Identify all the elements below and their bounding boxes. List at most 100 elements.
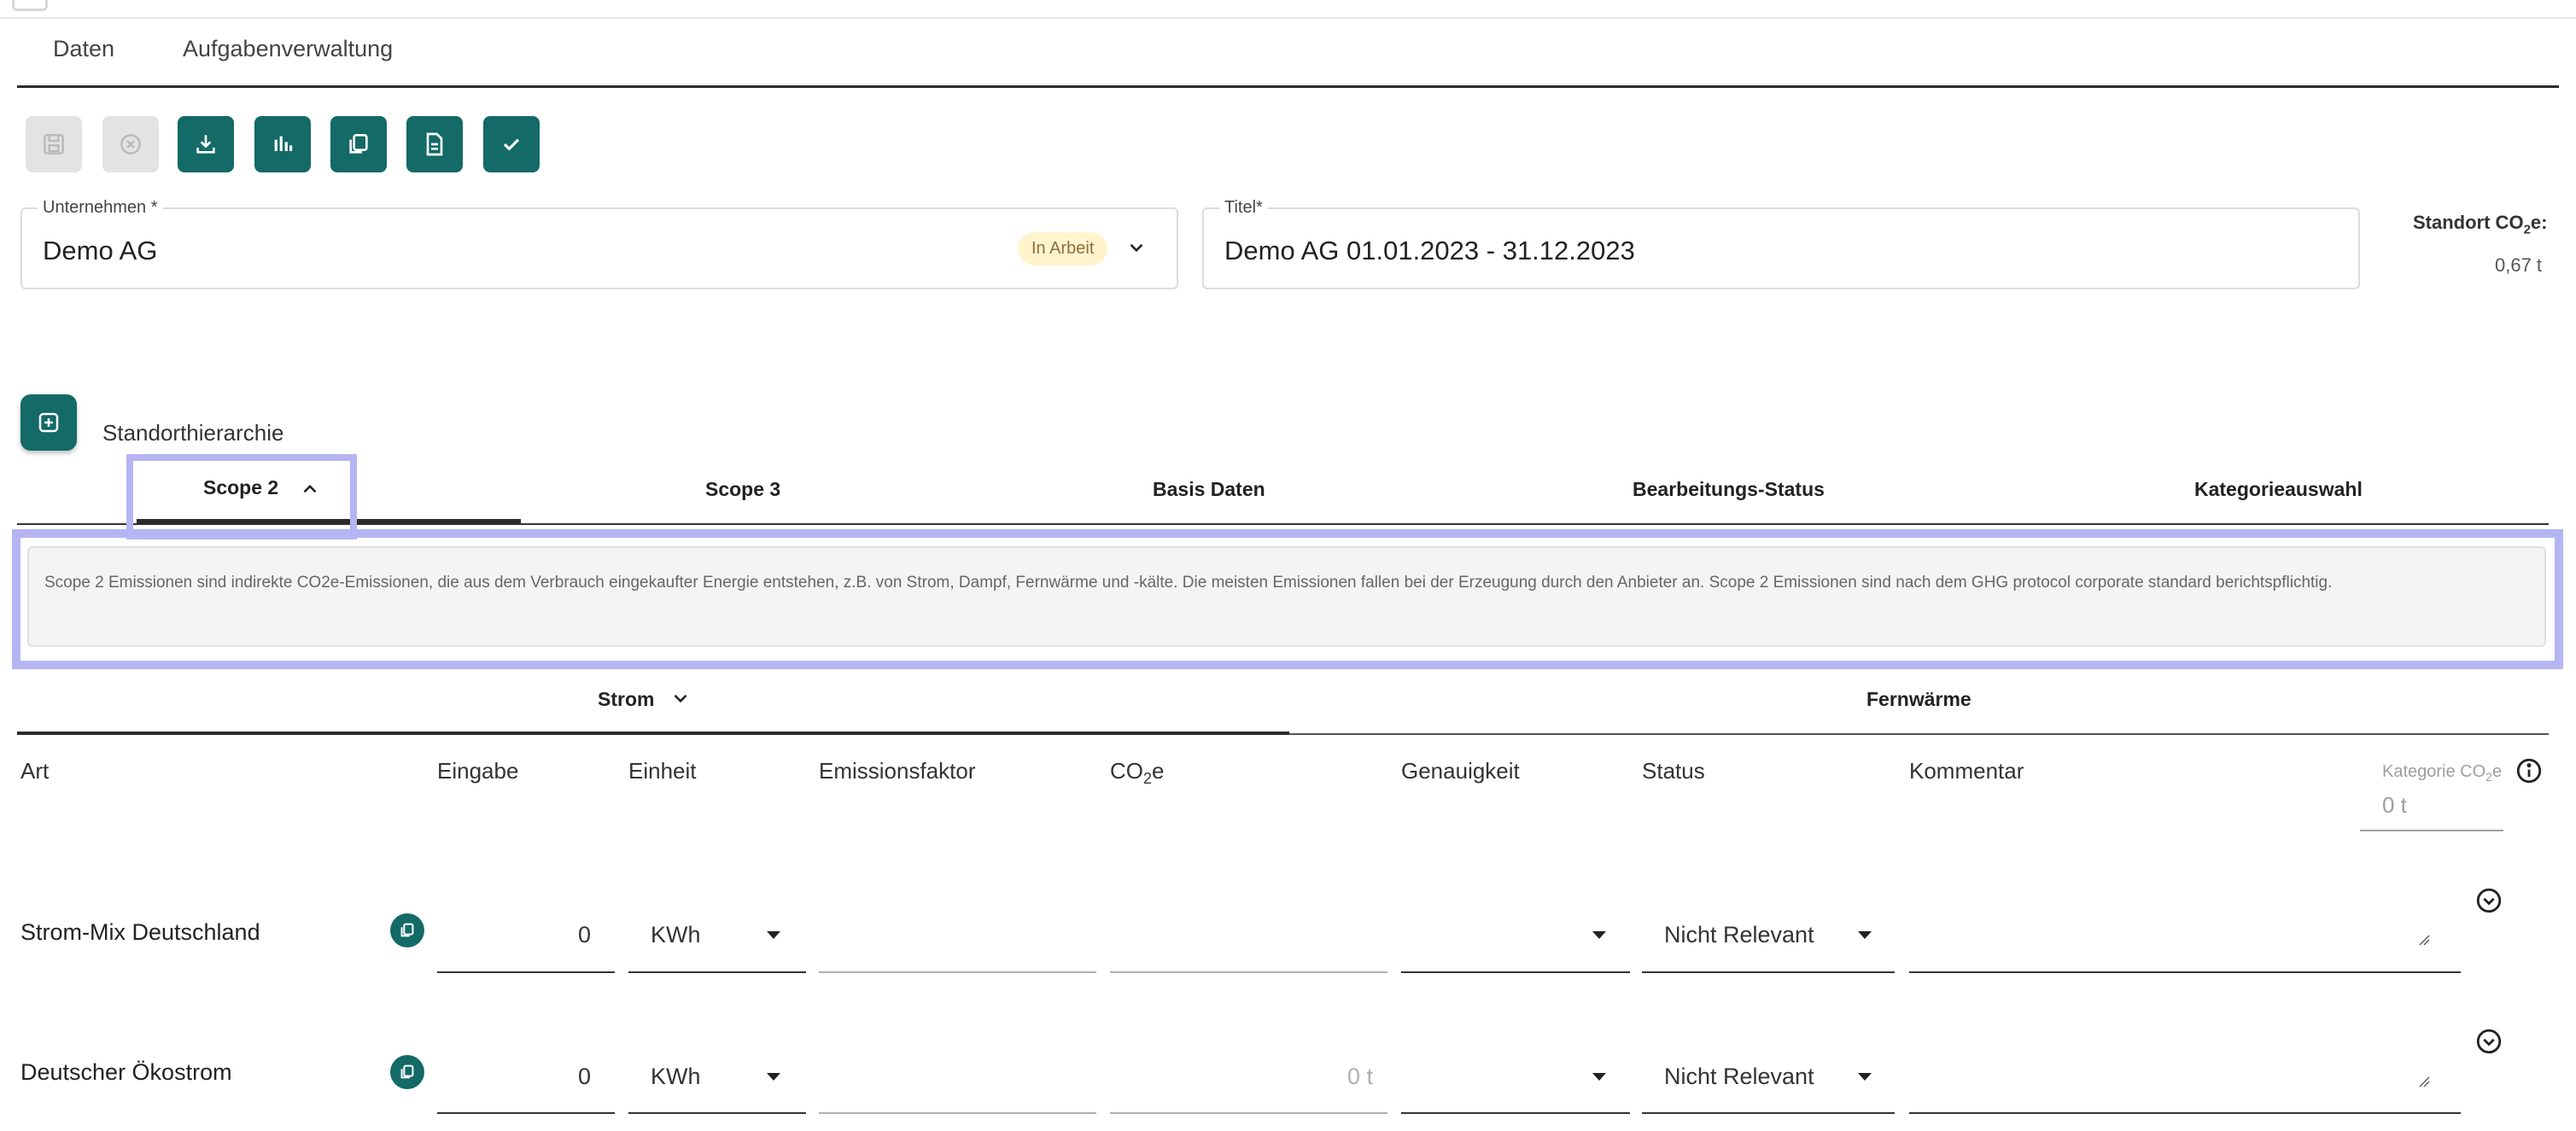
chevron-down-icon[interactable] (1125, 236, 1148, 259)
save-icon (44, 134, 64, 154)
site-co2-value: 0,67 t (2495, 254, 2543, 276)
header-co2e-text: CO (1110, 758, 1143, 784)
tab-bearbeitungs-status[interactable]: Bearbeitungs-Status (1633, 478, 1825, 501)
eingabe-underline (437, 1112, 615, 1114)
top-divider (0, 17, 2576, 19)
header-co2e-suffix: e (1152, 758, 1165, 784)
eingabe-input[interactable]: 0 (437, 922, 591, 948)
company-label: Unternehmen * (38, 198, 163, 218)
copy-icon (400, 923, 414, 937)
sub-tab-active-indicator (17, 732, 1289, 735)
caret-down-icon[interactable] (767, 931, 780, 939)
co2e-value: 0 t (1347, 1064, 1374, 1089)
category-co2e-label-suffix: e (2491, 762, 2503, 781)
header-co2e-sub: 2 (1143, 770, 1153, 788)
einheit-underline (628, 971, 806, 973)
tab-aufgabenverwaltung[interactable]: Aufgabenverwaltung (183, 36, 393, 62)
save-button[interactable] (26, 116, 82, 172)
download-icon (196, 135, 215, 154)
tab-kategorieauswahl[interactable]: Kategorieauswahl (2194, 478, 2363, 501)
copy-row-button[interactable] (390, 913, 424, 947)
chart-button[interactable] (254, 116, 311, 172)
document-icon (426, 132, 443, 156)
co2e-field (1110, 971, 1387, 973)
copy-icon (400, 1064, 414, 1079)
einheit-select[interactable]: KWh (651, 1064, 701, 1090)
site-co2-label-suffix: e: (2530, 212, 2548, 233)
tab-basis-daten[interactable]: Basis Daten (1153, 478, 1265, 501)
expand-icon[interactable] (2474, 886, 2503, 915)
status-underline (1642, 971, 1895, 973)
emissionsfaktor-field[interactable] (819, 971, 1096, 973)
copy-button[interactable] (330, 116, 387, 172)
status-underline (1642, 1112, 1895, 1114)
chevron-down-icon[interactable] (669, 687, 692, 709)
header-kommentar: Kommentar (1909, 758, 2024, 784)
tab-strom[interactable]: Strom (598, 688, 654, 711)
status-badge: In Arbeit (1018, 232, 1108, 265)
header-genauigkeit: Genauigkeit (1401, 758, 1520, 784)
kommentar-textarea[interactable] (1909, 971, 2461, 973)
info-icon[interactable] (2515, 756, 2544, 785)
document-button[interactable] (406, 116, 463, 172)
caret-down-icon[interactable] (1858, 931, 1872, 939)
cancel-icon (120, 134, 141, 154)
category-co2e-label-sub: 2 (2485, 770, 2492, 784)
genauigkeit-select[interactable] (1401, 971, 1630, 973)
caret-down-icon[interactable] (1592, 931, 1606, 939)
caret-down-icon[interactable] (1592, 1073, 1606, 1081)
emissionsfaktor-field[interactable] (819, 1112, 1096, 1114)
header-status: Status (1642, 758, 1705, 784)
status-select[interactable]: Nicht Relevant (1664, 922, 1814, 948)
hierarchy-label: Standorthierarchie (102, 420, 284, 446)
resize-handle-icon[interactable] (2418, 1076, 2430, 1087)
status-select[interactable]: Nicht Relevant (1664, 1064, 1814, 1090)
title-value: Demo AG 01.01.2023 - 31.12.2023 (1224, 236, 1635, 265)
category-co2e-value: 0 t (2382, 792, 2407, 818)
einheit-underline (628, 1112, 806, 1114)
title-label: Titel* (1219, 198, 1268, 218)
kommentar-textarea[interactable] (1909, 1112, 2461, 1114)
download-button[interactable] (178, 116, 234, 172)
menu-divider (17, 85, 2559, 88)
confirm-button[interactable] (483, 116, 540, 172)
company-select[interactable] (20, 207, 1178, 289)
window-corner (12, 0, 48, 11)
site-co2-label-sub: 2 (2523, 222, 2531, 237)
header-art: Art (20, 758, 50, 784)
cancel-button[interactable] (102, 116, 159, 172)
highlight-description (12, 529, 2563, 669)
tab-daten[interactable]: Daten (53, 36, 114, 62)
tab-scope-3[interactable]: Scope 3 (705, 478, 780, 501)
resize-handle-icon[interactable] (2418, 934, 2430, 946)
category-co2e-underline (2360, 830, 2503, 831)
category-co2e-label: Kategorie CO2e (2382, 762, 2502, 784)
einheit-select[interactable]: KWh (651, 922, 701, 948)
caret-down-icon[interactable] (767, 1073, 780, 1081)
highlight-scope-tab (126, 454, 357, 539)
expand-icon[interactable] (2474, 1027, 2503, 1056)
category-co2e-label-text: Kategorie CO (2382, 762, 2486, 781)
site-co2-label: Standort CO2e: (2413, 212, 2547, 236)
company-value: Demo AG (43, 236, 158, 265)
chart-icon (274, 136, 293, 151)
add-hierarchy-button[interactable] (20, 394, 77, 451)
eingabe-input[interactable]: 0 (437, 1064, 591, 1090)
tab-fernwaerme[interactable]: Fernwärme (1866, 688, 1971, 711)
header-emissionsfaktor: Emissionsfaktor (819, 758, 976, 784)
check-icon (503, 138, 520, 151)
caret-down-icon[interactable] (1858, 1073, 1872, 1081)
copy-row-button[interactable] (390, 1055, 424, 1089)
row-art: Deutscher Ökostrom (20, 1059, 232, 1085)
header-co2e: CO2e (1110, 758, 1164, 788)
genauigkeit-select[interactable] (1401, 1112, 1630, 1114)
sub-tab-divider (1289, 733, 2549, 735)
eingabe-underline (437, 971, 615, 973)
row-art: Strom-Mix Deutschland (20, 919, 260, 945)
site-co2-label-text: Standort CO (2413, 212, 2524, 233)
header-eingabe: Eingabe (437, 758, 519, 784)
add-box-icon (38, 412, 59, 433)
copy-icon (349, 134, 368, 154)
co2e-field (1110, 1112, 1387, 1114)
header-einheit: Einheit (628, 758, 697, 784)
